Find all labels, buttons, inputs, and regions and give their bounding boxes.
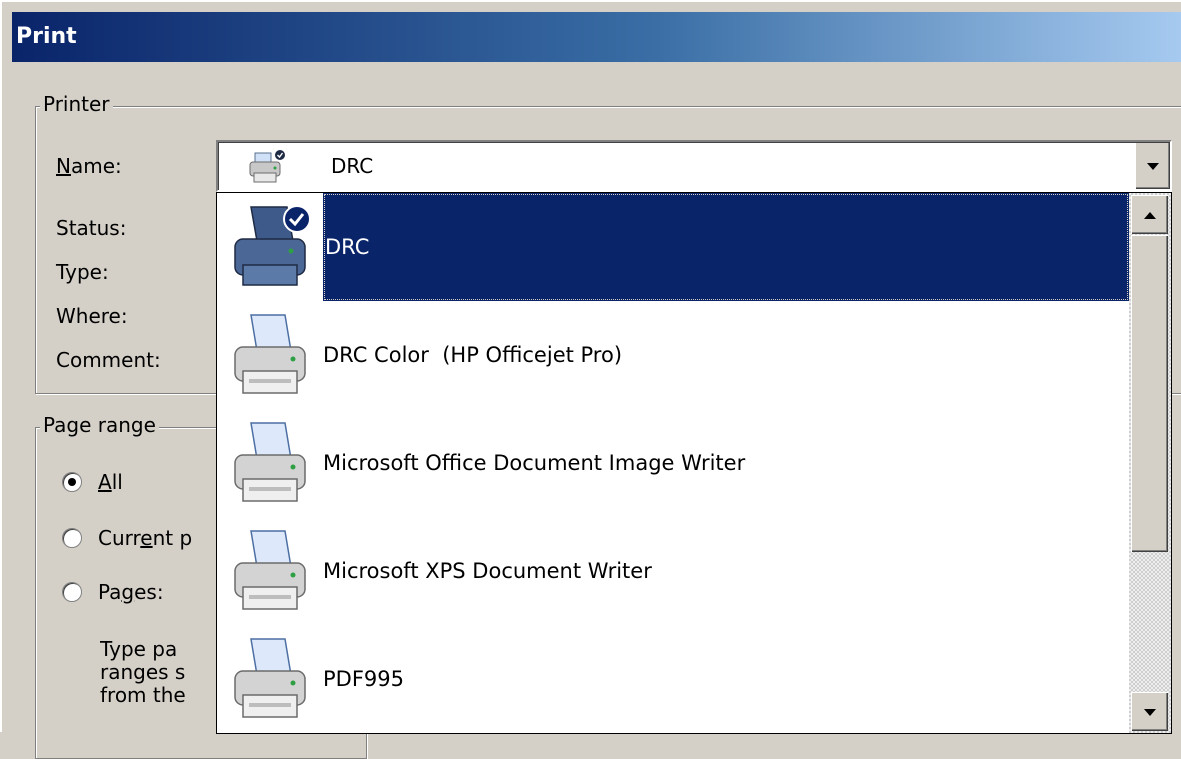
chevron-down-icon: [1147, 162, 1159, 170]
chevron-down-icon: [1144, 708, 1156, 716]
radio-all-label[interactable]: All: [98, 470, 123, 494]
scroll-thumb[interactable]: [1131, 235, 1168, 552]
printer-list: DRC DRC Color (HP Officejet Pro) Microso…: [217, 193, 1129, 733]
radio-all[interactable]: [62, 472, 82, 492]
printer-option-label: DRC: [323, 193, 1129, 301]
dropdown-scrollbar[interactable]: [1129, 193, 1171, 733]
printer-option-drc[interactable]: DRC: [217, 193, 1129, 301]
printer-option-label: Microsoft Office Document Image Writer: [323, 451, 746, 475]
printer-icon: [234, 422, 306, 502]
page-range-help-text: Type pa ranges s from the: [100, 638, 186, 707]
page-range-group-label: Page range: [40, 413, 159, 437]
radio-current-page[interactable]: [62, 528, 82, 548]
radio-pages-label[interactable]: Pages:: [98, 580, 164, 604]
printer-option-label: PDF995: [323, 667, 404, 691]
printer-default-icon: [249, 150, 285, 183]
printer-name-combobox[interactable]: DRC: [216, 140, 1172, 192]
radio-pages[interactable]: [62, 582, 82, 602]
printer-icon: [234, 314, 306, 394]
printer-name-value: DRC: [331, 154, 374, 178]
radio-current-page-label[interactable]: Current p: [98, 526, 214, 550]
printer-group-label: Printer: [40, 92, 113, 116]
printer-option-pdf995[interactable]: PDF995: [217, 625, 1129, 733]
title-bar[interactable]: Print: [12, 12, 1181, 62]
scroll-up-button[interactable]: [1131, 195, 1168, 234]
printer-icon: [234, 638, 306, 718]
scroll-down-button[interactable]: [1131, 692, 1168, 731]
chevron-up-icon: [1144, 211, 1156, 219]
printer-icon: [234, 530, 306, 610]
printer-default-icon: [234, 205, 311, 286]
printer-option-label: DRC Color (HP Officejet Pro): [323, 343, 623, 367]
print-dialog: Print Printer Name: Status: Type: Where:…: [0, 0, 1181, 759]
printer-dropdown-list[interactable]: DRC DRC Color (HP Officejet Pro) Microso…: [216, 192, 1172, 734]
status-label: Status:: [56, 216, 127, 240]
printer-option-ms-xps-writer[interactable]: Microsoft XPS Document Writer: [217, 517, 1129, 625]
name-label: Name:: [56, 154, 122, 178]
type-label: Type:: [56, 260, 109, 284]
printer-option-label: Microsoft XPS Document Writer: [323, 559, 652, 583]
where-label: Where:: [56, 304, 128, 328]
window-title: Print: [16, 24, 77, 49]
printer-option-ms-office-image-writer[interactable]: Microsoft Office Document Image Writer: [217, 409, 1129, 517]
comment-label: Comment:: [56, 348, 161, 372]
printer-dropdown-button[interactable]: [1135, 143, 1170, 189]
printer-option-drc-color[interactable]: DRC Color (HP Officejet Pro): [217, 301, 1129, 409]
